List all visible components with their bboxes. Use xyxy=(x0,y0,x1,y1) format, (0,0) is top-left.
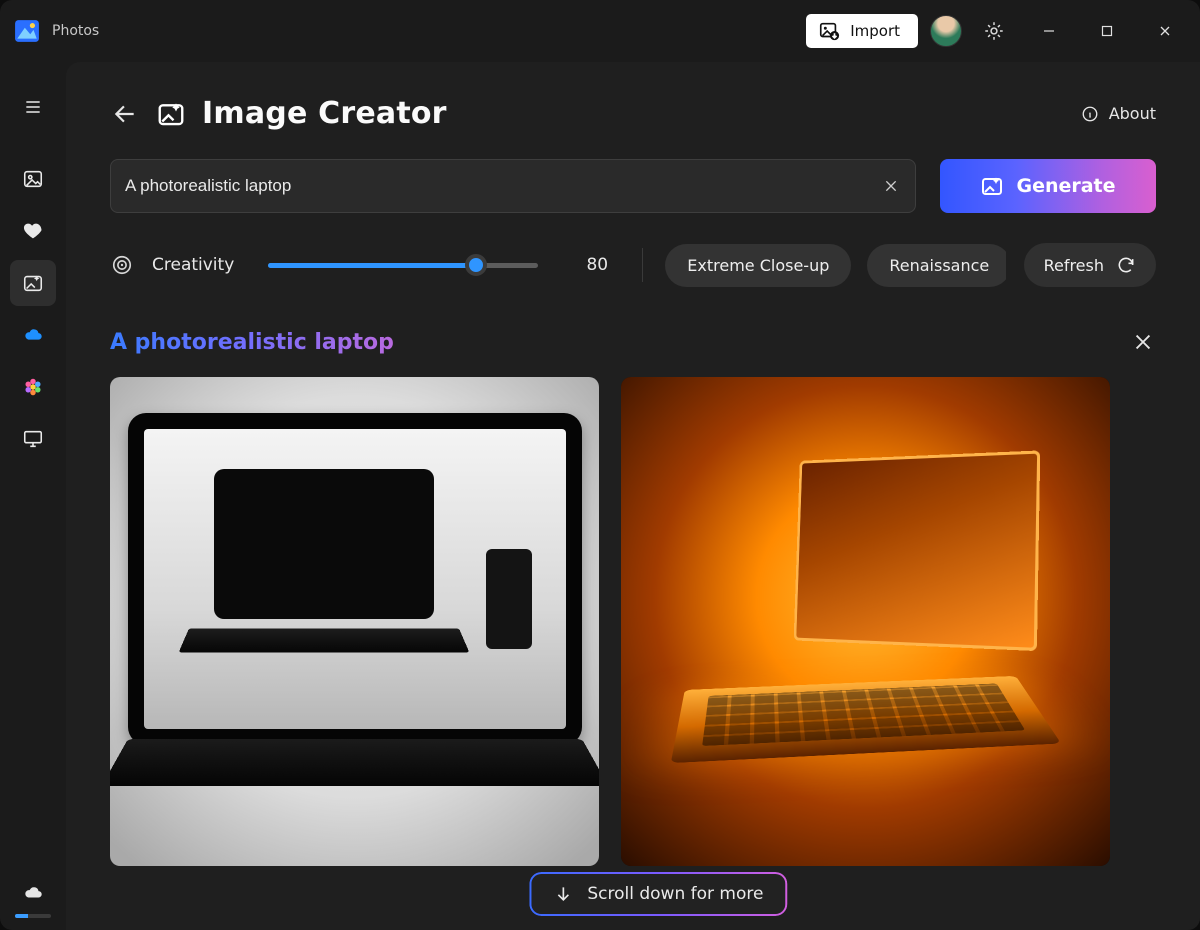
creativity-value: 80 xyxy=(574,255,620,275)
controls-row: Creativity 80 Extreme Close-up Renaissan… xyxy=(110,243,1156,287)
gear-icon xyxy=(983,20,1005,42)
user-avatar[interactable] xyxy=(930,15,962,47)
sidebar-item-icloud[interactable] xyxy=(10,364,56,410)
results-title: A photorealistic laptop xyxy=(110,330,394,355)
import-label: Import xyxy=(850,22,900,40)
main-panel: Image Creator About xyxy=(66,62,1200,930)
results-grid xyxy=(110,377,1156,866)
about-label: About xyxy=(1109,104,1156,123)
result-image-2[interactable] xyxy=(621,377,1110,866)
about-button[interactable]: About xyxy=(1081,104,1156,123)
sidebar-item-gallery[interactable] xyxy=(10,156,56,202)
close-icon xyxy=(1132,331,1154,353)
heart-icon xyxy=(22,220,44,242)
style-chip-extreme-closeup[interactable]: Extreme Close-up xyxy=(665,244,851,287)
flower-icon xyxy=(22,376,44,398)
divider xyxy=(642,248,643,282)
scroll-more-button[interactable]: Scroll down for more xyxy=(531,874,785,914)
app-title: Photos xyxy=(52,23,99,39)
page-title: Image Creator xyxy=(202,96,447,131)
sidebar-sync-status[interactable] xyxy=(10,876,56,908)
image-creator-icon xyxy=(156,99,186,129)
sidebar xyxy=(0,62,66,930)
sparkle-image-icon xyxy=(22,272,44,294)
prompt-input-wrap[interactable] xyxy=(110,159,916,213)
sidebar-bottom xyxy=(10,876,56,930)
sidebar-item-image-creator[interactable] xyxy=(10,260,56,306)
prompt-row: Generate xyxy=(110,159,1156,213)
minimize-button[interactable] xyxy=(1020,8,1078,54)
image-icon xyxy=(22,168,44,190)
sidebar-item-devices[interactable] xyxy=(10,416,56,462)
import-icon xyxy=(818,20,840,42)
sidebar-item-onedrive[interactable] xyxy=(10,312,56,358)
cloud-icon xyxy=(22,881,44,903)
prompt-input[interactable] xyxy=(125,176,881,196)
sync-progress-bar xyxy=(15,914,51,918)
result-image-1[interactable] xyxy=(110,377,599,866)
app-icon xyxy=(14,18,40,44)
style-chip-renaissance[interactable]: Renaissance xyxy=(867,244,1005,287)
slider-thumb[interactable] xyxy=(465,254,487,276)
sidebar-item-favorites[interactable] xyxy=(10,208,56,254)
close-results-button[interactable] xyxy=(1130,329,1156,355)
app-window: Photos Import xyxy=(0,0,1200,930)
generate-label: Generate xyxy=(1016,175,1115,197)
creativity-label: Creativity xyxy=(152,255,234,275)
close-button[interactable] xyxy=(1136,8,1194,54)
settings-button[interactable] xyxy=(976,13,1012,49)
arrow-left-icon xyxy=(112,101,138,127)
arrow-down-icon xyxy=(553,884,573,904)
generate-button[interactable]: Generate xyxy=(940,159,1156,213)
hamburger-icon xyxy=(23,97,43,117)
results-header: A photorealistic laptop xyxy=(110,329,1156,355)
sparkle-image-icon xyxy=(980,174,1004,198)
import-button[interactable]: Import xyxy=(806,14,918,48)
refresh-label: Refresh xyxy=(1044,256,1104,275)
close-icon xyxy=(883,178,899,194)
titlebar: Photos Import xyxy=(0,0,1200,62)
creativity-slider[interactable] xyxy=(268,255,538,275)
info-icon xyxy=(1081,105,1099,123)
monitor-icon xyxy=(22,428,44,450)
creativity-icon xyxy=(110,253,134,277)
style-suggestions: Extreme Close-up Renaissance xyxy=(665,244,1005,287)
page-header: Image Creator About xyxy=(110,96,1156,131)
cloud-onedrive-icon xyxy=(22,324,44,346)
clear-prompt-button[interactable] xyxy=(881,176,901,196)
back-button[interactable] xyxy=(110,99,140,129)
refresh-icon xyxy=(1116,255,1136,275)
maximize-button[interactable] xyxy=(1078,8,1136,54)
refresh-suggestions-button[interactable]: Refresh xyxy=(1024,243,1156,287)
scroll-more-label: Scroll down for more xyxy=(587,884,763,904)
sidebar-item-menu[interactable] xyxy=(10,84,56,130)
window-controls xyxy=(1020,8,1194,54)
